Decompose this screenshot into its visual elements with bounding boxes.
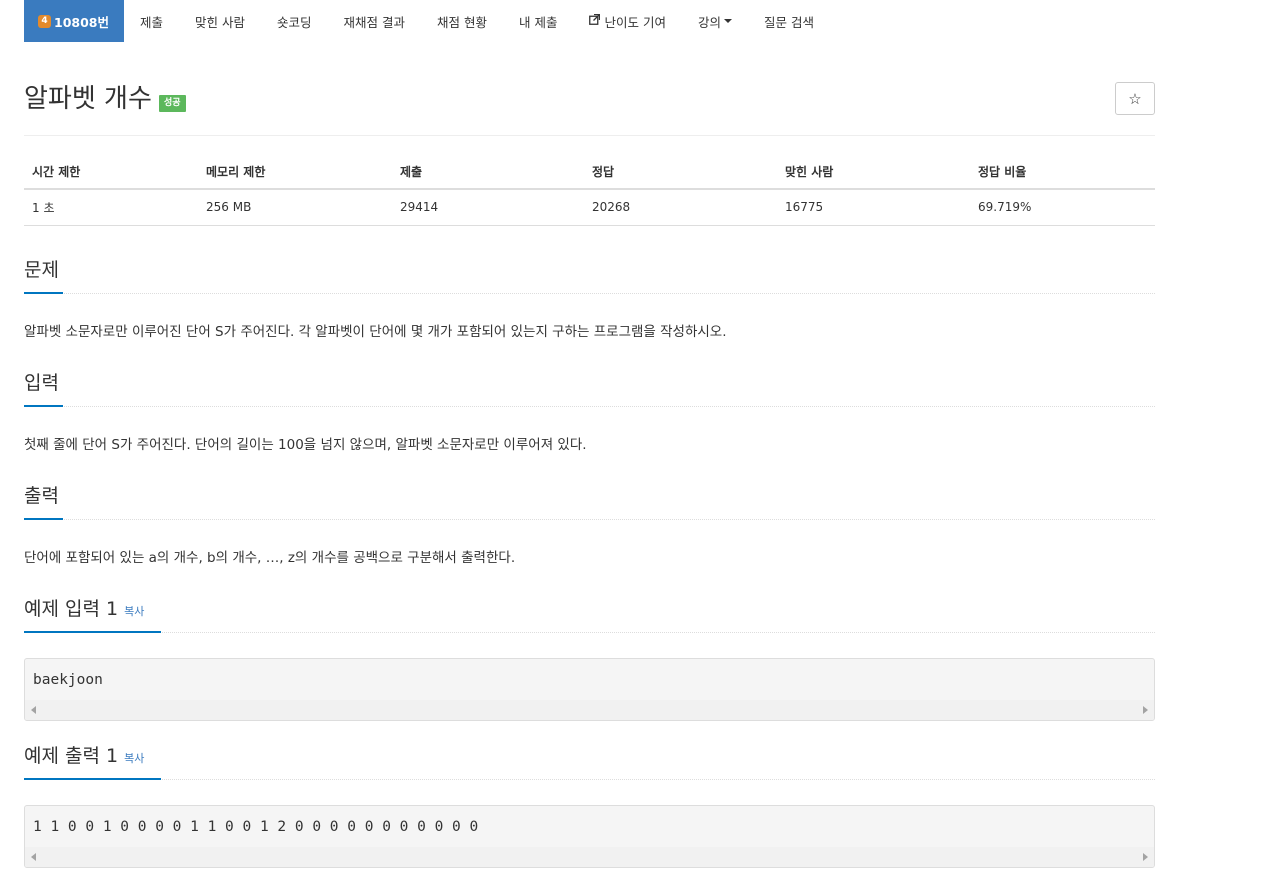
submissions-value: 29414 — [392, 189, 584, 226]
external-link-icon — [589, 13, 601, 28]
header-time-limit: 시간 제한 — [24, 155, 198, 190]
tab-difficulty-contrib-label: 난이도 기여 — [604, 14, 666, 30]
status-badge: 성공 — [159, 95, 186, 112]
sample-output-content: 1 1 0 0 1 0 0 0 0 1 1 0 0 1 2 0 0 0 0 0 … — [33, 819, 479, 835]
tier-badge: 4 — [38, 14, 51, 28]
sample-output-box: 1 1 0 0 1 0 0 0 0 1 1 0 0 1 2 0 0 0 0 0 … — [24, 805, 1155, 868]
section-title: 출력 — [24, 485, 59, 507]
scroll-left-icon[interactable] — [31, 706, 36, 714]
tab-judge-status[interactable]: 채점 현황 — [421, 0, 503, 42]
memory-limit-value: 256 MB — [198, 189, 392, 226]
section-heading: 문제 — [24, 255, 1155, 294]
section-heading: 예제 출력 1 복사 — [24, 741, 1155, 780]
tab-problem-label: 10808번 — [54, 14, 109, 30]
accept-ratio-value: 69.719% — [970, 189, 1155, 226]
page-header: 알파벳 개수 성공 ☆ — [24, 80, 1155, 136]
header-memory-limit: 메모리 제한 — [198, 155, 392, 190]
table-row: 1 초 256 MB 29414 20268 16775 69.719% — [24, 189, 1155, 226]
favorite-star-button[interactable]: ☆ — [1115, 82, 1155, 115]
page-title: 알파벳 개수 — [24, 84, 152, 114]
sample-input-box: baekjoon — [24, 658, 1155, 721]
header-solved-users: 맞힌 사람 — [777, 155, 970, 190]
tab-problem[interactable]: 4 10808번 — [24, 0, 124, 42]
header-submissions: 제출 — [392, 155, 584, 190]
problem-description-section: 문제 알파벳 소문자로만 이루어진 단어 S가 주어진다. 각 알파벳이 단어에… — [24, 255, 1155, 342]
tab-submit[interactable]: 제출 — [124, 0, 179, 42]
header-accept-ratio: 정답 비율 — [970, 155, 1155, 190]
section-heading: 출력 — [24, 481, 1155, 520]
scroll-right-icon[interactable] — [1143, 706, 1148, 714]
section-underline — [24, 292, 63, 294]
section-heading: 예제 입력 1 복사 — [24, 594, 1155, 633]
tab-solved-users[interactable]: 맞힌 사람 — [179, 0, 261, 42]
sample-input-content: baekjoon — [33, 672, 103, 688]
tab-my-submissions[interactable]: 내 제출 — [503, 0, 573, 42]
tab-rejudge-results[interactable]: 재채점 결과 — [328, 0, 421, 42]
sample-output-section: 예제 출력 1 복사 — [24, 741, 1155, 780]
section-title: 문제 — [24, 259, 59, 281]
table-header-row: 시간 제한 메모리 제한 제출 정답 맞힌 사람 정답 비율 — [24, 155, 1155, 190]
section-underline — [24, 405, 63, 407]
tab-difficulty-contrib[interactable]: 난이도 기여 — [573, 0, 681, 42]
time-limit-value: 1 초 — [24, 189, 198, 226]
sample-input-section: 예제 입력 1 복사 — [24, 594, 1155, 633]
header-accepted: 정답 — [584, 155, 777, 190]
tab-question-search[interactable]: 질문 검색 — [748, 0, 830, 42]
tab-short-coding[interactable]: 숏코딩 — [261, 0, 328, 42]
copy-sample-output-link[interactable]: 복사 — [124, 752, 144, 765]
star-icon: ☆ — [1128, 90, 1142, 108]
input-description-text: 첫째 줄에 단어 S가 주어진다. 단어의 길이는 100을 넘지 않으며, 알… — [24, 437, 587, 453]
section-underline — [24, 631, 161, 633]
input-section: 입력 첫째 줄에 단어 S가 주어진다. 단어의 길이는 100을 넘지 않으며… — [24, 368, 1155, 455]
problem-menu: 4 10808번 제출 맞힌 사람 숏코딩 재채점 결과 채점 현황 내 제출 … — [24, 0, 830, 42]
horizontal-scrollbar[interactable] — [25, 847, 1154, 867]
output-section: 출력 단어에 포함되어 있는 a의 개수, b의 개수, …, z의 개수를 공… — [24, 481, 1155, 568]
section-heading: 입력 — [24, 368, 1155, 407]
accepted-value: 20268 — [584, 189, 777, 226]
section-title: 입력 — [24, 372, 59, 394]
output-description-text: 단어에 포함되어 있는 a의 개수, b의 개수, …, z의 개수를 공백으로… — [24, 550, 516, 566]
scroll-right-icon[interactable] — [1143, 853, 1148, 861]
section-underline — [24, 778, 161, 780]
caret-down-icon — [723, 19, 732, 23]
solved-users-value: 16775 — [777, 189, 970, 226]
copy-sample-input-link[interactable]: 복사 — [124, 605, 144, 618]
problem-description-text: 알파벳 소문자로만 이루어진 단어 S가 주어진다. 각 알파벳이 단어에 몇 … — [24, 324, 727, 340]
horizontal-scrollbar[interactable] — [25, 700, 1154, 720]
section-title: 예제 입력 1 — [24, 598, 119, 620]
scroll-left-icon[interactable] — [31, 853, 36, 861]
section-title: 예제 출력 1 — [24, 745, 119, 767]
tab-lecture-label: 강의 — [697, 14, 721, 30]
tab-lecture[interactable]: 강의 — [682, 0, 748, 42]
section-underline — [24, 518, 63, 520]
problem-info-table: 시간 제한 메모리 제한 제출 정답 맞힌 사람 정답 비율 1 초 256 M… — [24, 155, 1155, 226]
